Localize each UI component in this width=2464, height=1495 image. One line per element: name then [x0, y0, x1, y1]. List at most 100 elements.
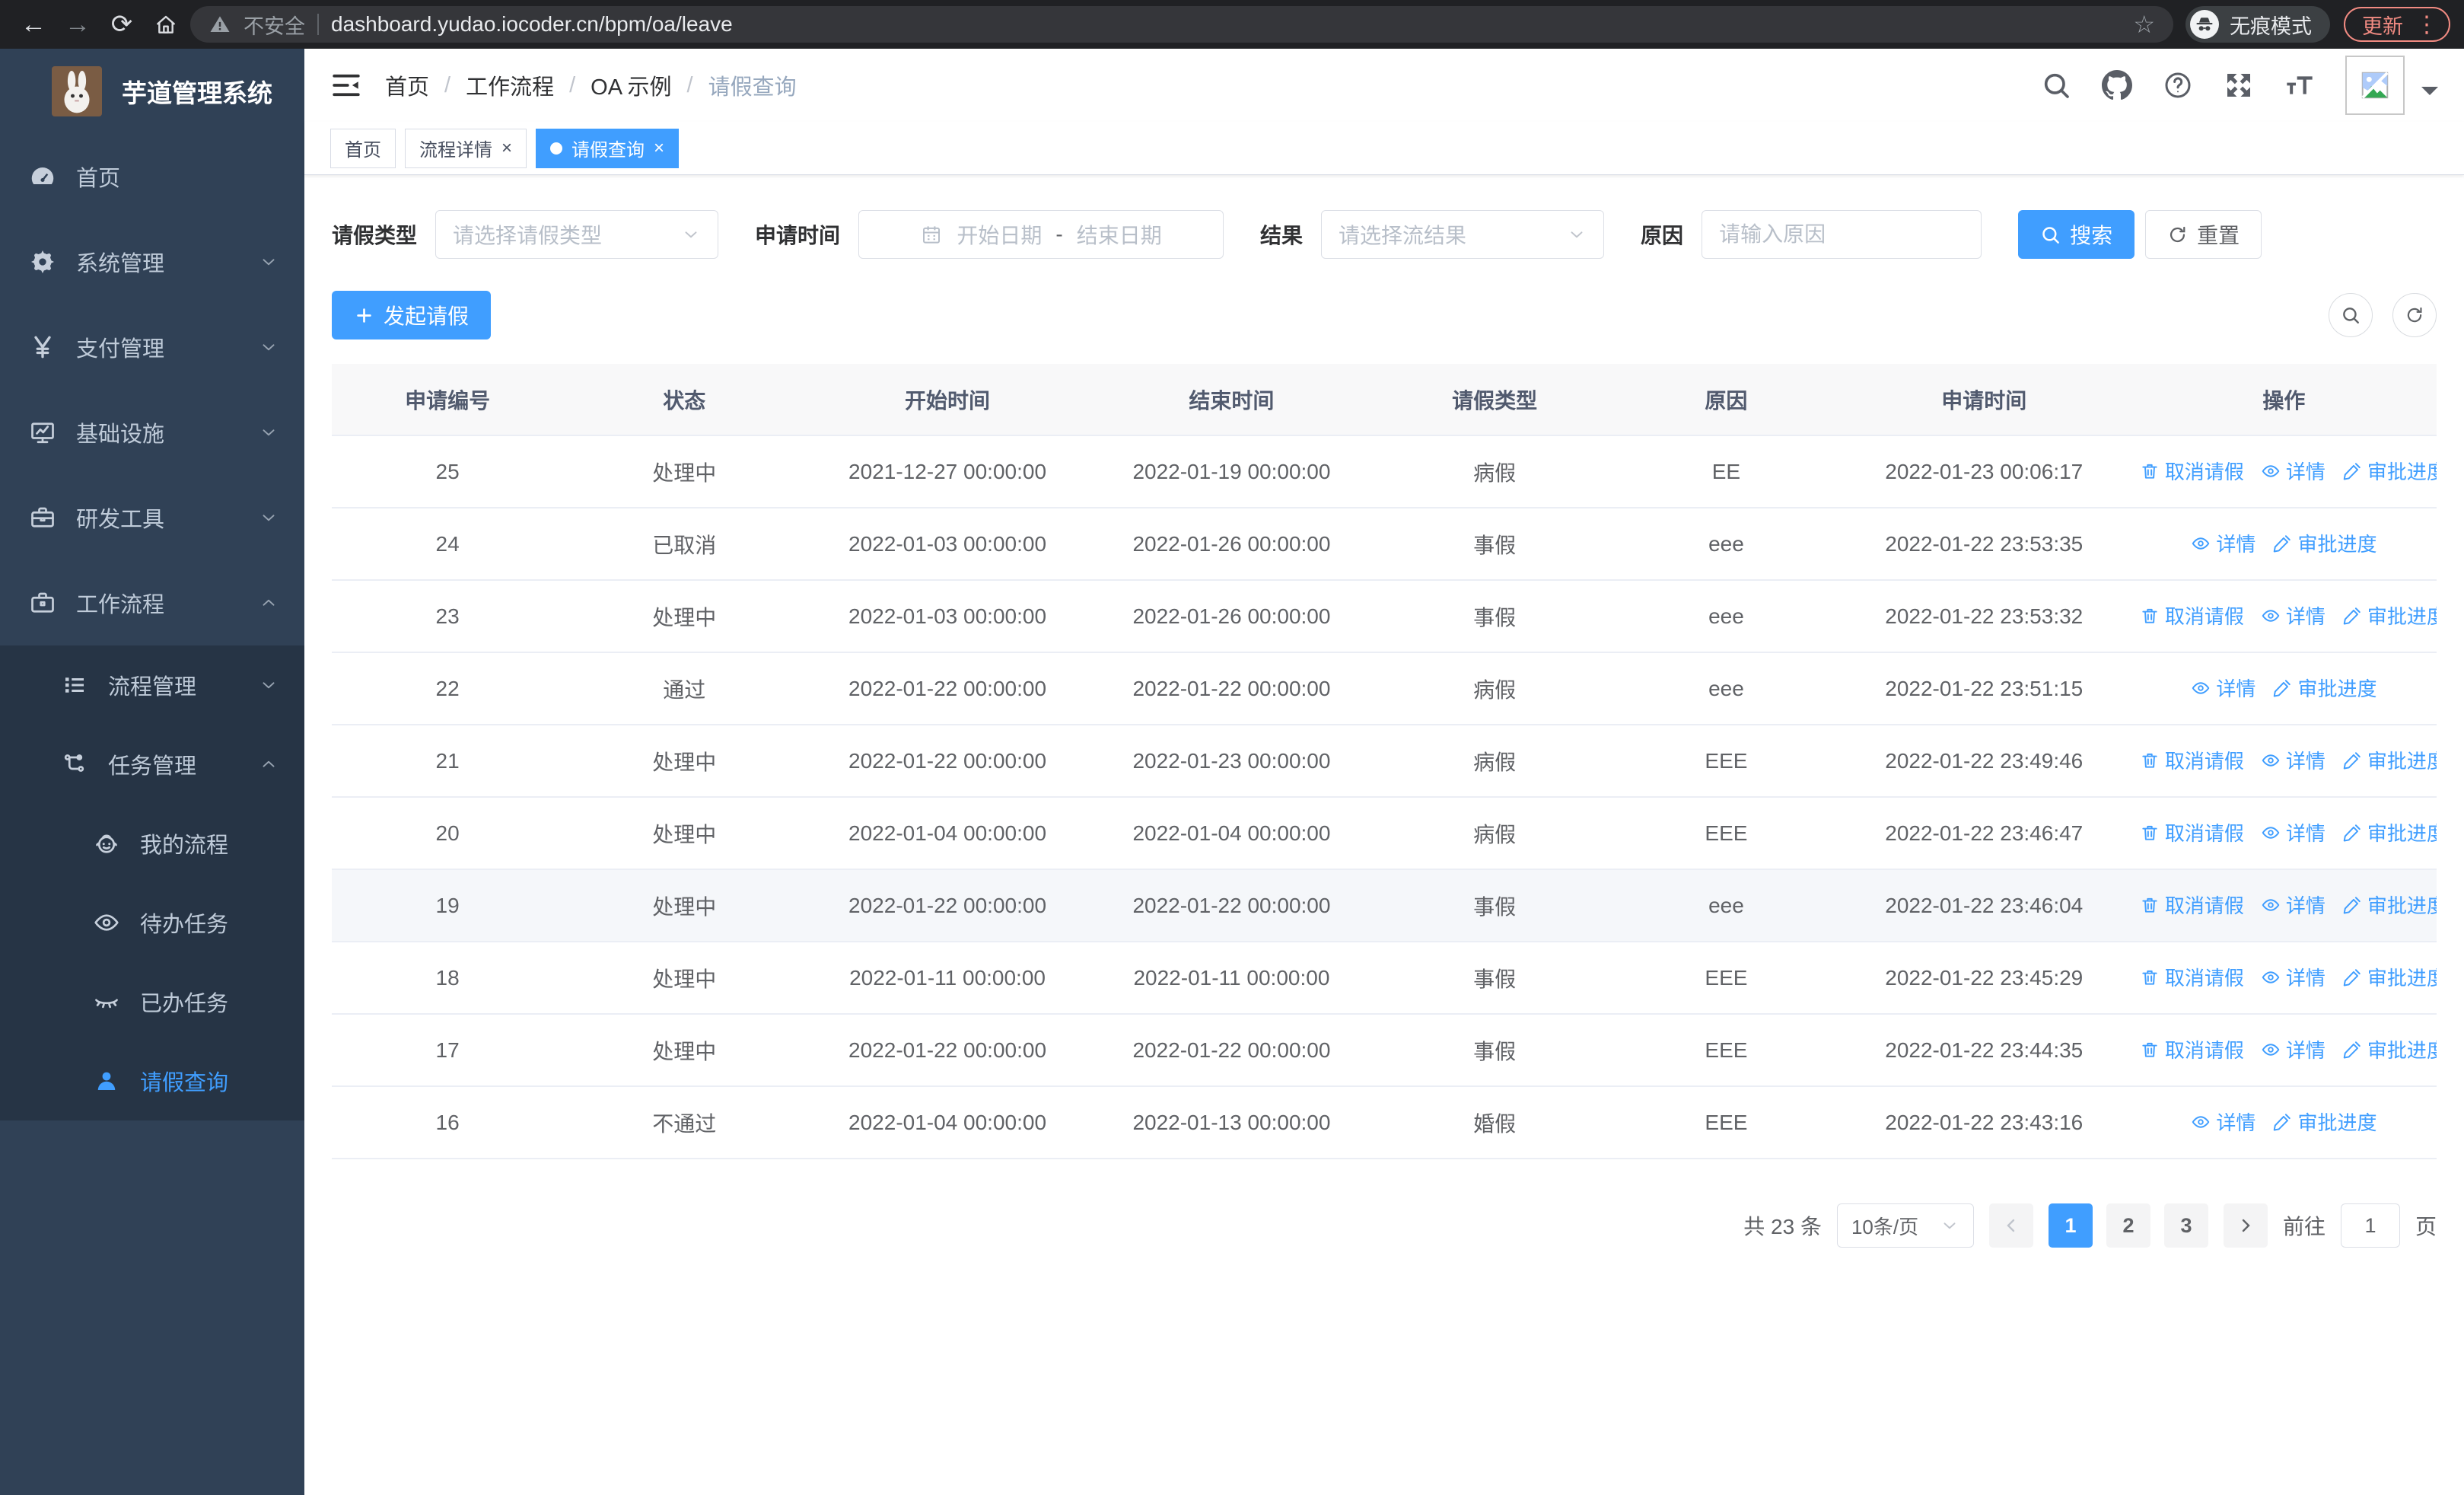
action-detail[interactable]: 详情	[2261, 963, 2326, 991]
action-approval-progress[interactable]: 审批进度	[2342, 891, 2437, 919]
url-text[interactable]: dashboard.yudao.iocoder.cn/bpm/oa/leave	[331, 12, 733, 37]
breadcrumb-item[interactable]: 工作流程	[466, 69, 554, 101]
action-cancel-leave[interactable]: 取消请假	[2140, 457, 2244, 485]
sidebar-item-payment-management[interactable]: 支付管理	[0, 304, 304, 390]
action-cancel-leave[interactable]: 取消请假	[2140, 1035, 2244, 1063]
search-icon[interactable]	[2041, 70, 2071, 100]
sidebar-item-workflow[interactable]: 工作流程	[0, 560, 304, 645]
help-icon[interactable]	[2163, 70, 2193, 100]
list-icon	[61, 671, 88, 699]
action-detail[interactable]: 详情	[2191, 1108, 2255, 1136]
action-detail[interactable]: 详情	[2261, 818, 2326, 846]
toggle-search-button[interactable]	[2329, 293, 2373, 337]
pen-icon	[2342, 895, 2362, 915]
action-detail[interactable]: 详情	[2261, 891, 2326, 919]
action-cancel-leave[interactable]: 取消请假	[2140, 746, 2244, 774]
breadcrumb-item[interactable]: 首页	[385, 69, 429, 101]
tag-leave-query[interactable]: 请假查询 ×	[536, 128, 680, 168]
chevron-down-icon	[259, 422, 279, 442]
reset-button[interactable]: 重置	[2145, 210, 2262, 259]
goto-page-input[interactable]	[2340, 1203, 2400, 1248]
reason-input[interactable]	[1719, 222, 1965, 247]
cell-apply-time: 2022-01-22 23:51:15	[1836, 652, 2131, 725]
action-approval-progress[interactable]: 审批进度	[2342, 457, 2437, 485]
action-approval-progress[interactable]: 审批进度	[2272, 1108, 2376, 1136]
sidebar-item-task-management[interactable]: 任务管理	[0, 725, 304, 804]
cell-id: 19	[332, 869, 564, 942]
github-icon[interactable]	[2102, 70, 2132, 100]
sidebar-item-my-process[interactable]: 我的流程	[0, 804, 304, 883]
view-icon	[2261, 1040, 2281, 1060]
browser-update-menu-button[interactable]: 更新 ⋮	[2344, 7, 2450, 42]
app-logo-row[interactable]: 芋道管理系统	[0, 49, 304, 134]
leave-type-select[interactable]: 请选择请假类型	[435, 210, 719, 259]
start-date-placeholder[interactable]: 开始日期	[957, 219, 1042, 250]
action-cancel-leave[interactable]: 取消请假	[2140, 963, 2244, 991]
address-bar[interactable]: 不安全 dashboard.yudao.iocoder.cn/bpm/oa/le…	[190, 6, 2173, 43]
sidebar-item-label: 我的流程	[140, 834, 229, 858]
action-detail[interactable]: 详情	[2261, 601, 2326, 630]
action-cancel-leave[interactable]: 取消请假	[2140, 891, 2244, 919]
caret-down-icon[interactable]	[2421, 87, 2438, 104]
action-approval-progress[interactable]: 审批进度	[2272, 529, 2376, 557]
search-button[interactable]: 搜索	[2018, 210, 2135, 259]
end-date-placeholder[interactable]: 结束日期	[1077, 219, 1162, 250]
action-approval-progress[interactable]: 审批进度	[2342, 963, 2437, 991]
page-button-2[interactable]: 2	[2106, 1203, 2150, 1248]
bookmark-star-icon[interactable]: ☆	[2133, 10, 2155, 39]
action-detail[interactable]: 详情	[2261, 746, 2326, 774]
cell-start-time: 2022-01-11 00:00:00	[805, 942, 1090, 1015]
next-page-button[interactable]	[2223, 1203, 2268, 1248]
action-approval-progress[interactable]: 审批进度	[2272, 674, 2376, 702]
action-approval-progress[interactable]: 审批进度	[2342, 818, 2437, 846]
sidebar-menu: 首页 系统管理 支付管理 基础设施 研发工具 工作流程	[0, 134, 304, 645]
breadcrumb-item[interactable]: OA 示例	[591, 69, 671, 101]
action-label: 审批进度	[2367, 967, 2437, 990]
cell-leave-type: 病假	[1374, 435, 1616, 508]
action-detail[interactable]: 详情	[2191, 529, 2255, 557]
sidebar-item-label: 已办任务	[140, 992, 229, 1016]
sidebar-item-leave-query[interactable]: 请假查询	[0, 1041, 304, 1120]
fullscreen-icon[interactable]	[2224, 70, 2254, 100]
total-count: 共 23 条	[1743, 1215, 1822, 1238]
create-leave-button[interactable]: 发起请假	[332, 291, 492, 339]
sidebar-item-infrastructure[interactable]: 基础设施	[0, 390, 304, 475]
action-detail[interactable]: 详情	[2261, 457, 2326, 485]
page-button-1[interactable]: 1	[2048, 1203, 2093, 1248]
tag-process-detail[interactable]: 流程详情 ×	[405, 128, 527, 168]
sidebar-item-home[interactable]: 首页	[0, 134, 304, 219]
sidebar-item-dev-tools[interactable]: 研发工具	[0, 475, 304, 560]
prev-page-button[interactable]	[1988, 1203, 2033, 1248]
forward-icon[interactable]: →	[58, 0, 97, 49]
sidebar-item-system-management[interactable]: 系统管理	[0, 219, 304, 304]
result-select[interactable]: 请选择流结果	[1321, 210, 1605, 259]
sidebar-item-todo-tasks[interactable]: 待办任务	[0, 883, 304, 962]
action-approval-progress[interactable]: 审批进度	[2342, 746, 2437, 774]
sidebar-collapse-icon[interactable]	[330, 69, 362, 101]
apply-time-range-picker[interactable]: 开始日期 - 结束日期	[858, 210, 1224, 259]
kebab-menu-icon[interactable]: ⋮	[2415, 11, 2438, 38]
page-size-select[interactable]: 10条/页	[1836, 1203, 1974, 1248]
home-icon[interactable]	[146, 12, 186, 37]
sidebar-item-done-tasks[interactable]: 已办任务	[0, 962, 304, 1041]
page-button-3[interactable]: 3	[2163, 1203, 2208, 1248]
back-icon[interactable]: ←	[14, 0, 53, 49]
action-approval-progress[interactable]: 审批进度	[2342, 601, 2437, 630]
close-icon[interactable]: ×	[501, 139, 512, 158]
close-icon[interactable]: ×	[654, 139, 664, 158]
security-label[interactable]: 不安全	[244, 10, 305, 40]
breadcrumb-item: 请假查询	[708, 75, 797, 100]
column-header-operations: 操作	[2131, 364, 2437, 436]
action-approval-progress[interactable]: 审批进度	[2342, 1035, 2437, 1063]
action-cancel-leave[interactable]: 取消请假	[2140, 818, 2244, 846]
sidebar-item-process-management[interactable]: 流程管理	[0, 645, 304, 725]
reload-icon[interactable]: ⟳	[102, 0, 142, 49]
action-detail[interactable]: 详情	[2191, 674, 2255, 702]
avatar[interactable]	[2345, 56, 2405, 115]
action-detail[interactable]: 详情	[2261, 1035, 2326, 1063]
refresh-table-button[interactable]	[2392, 293, 2437, 337]
monitor-icon	[29, 419, 56, 446]
tag-home[interactable]: 首页	[330, 128, 396, 168]
font-size-icon[interactable]	[2284, 70, 2315, 100]
action-cancel-leave[interactable]: 取消请假	[2140, 601, 2244, 630]
